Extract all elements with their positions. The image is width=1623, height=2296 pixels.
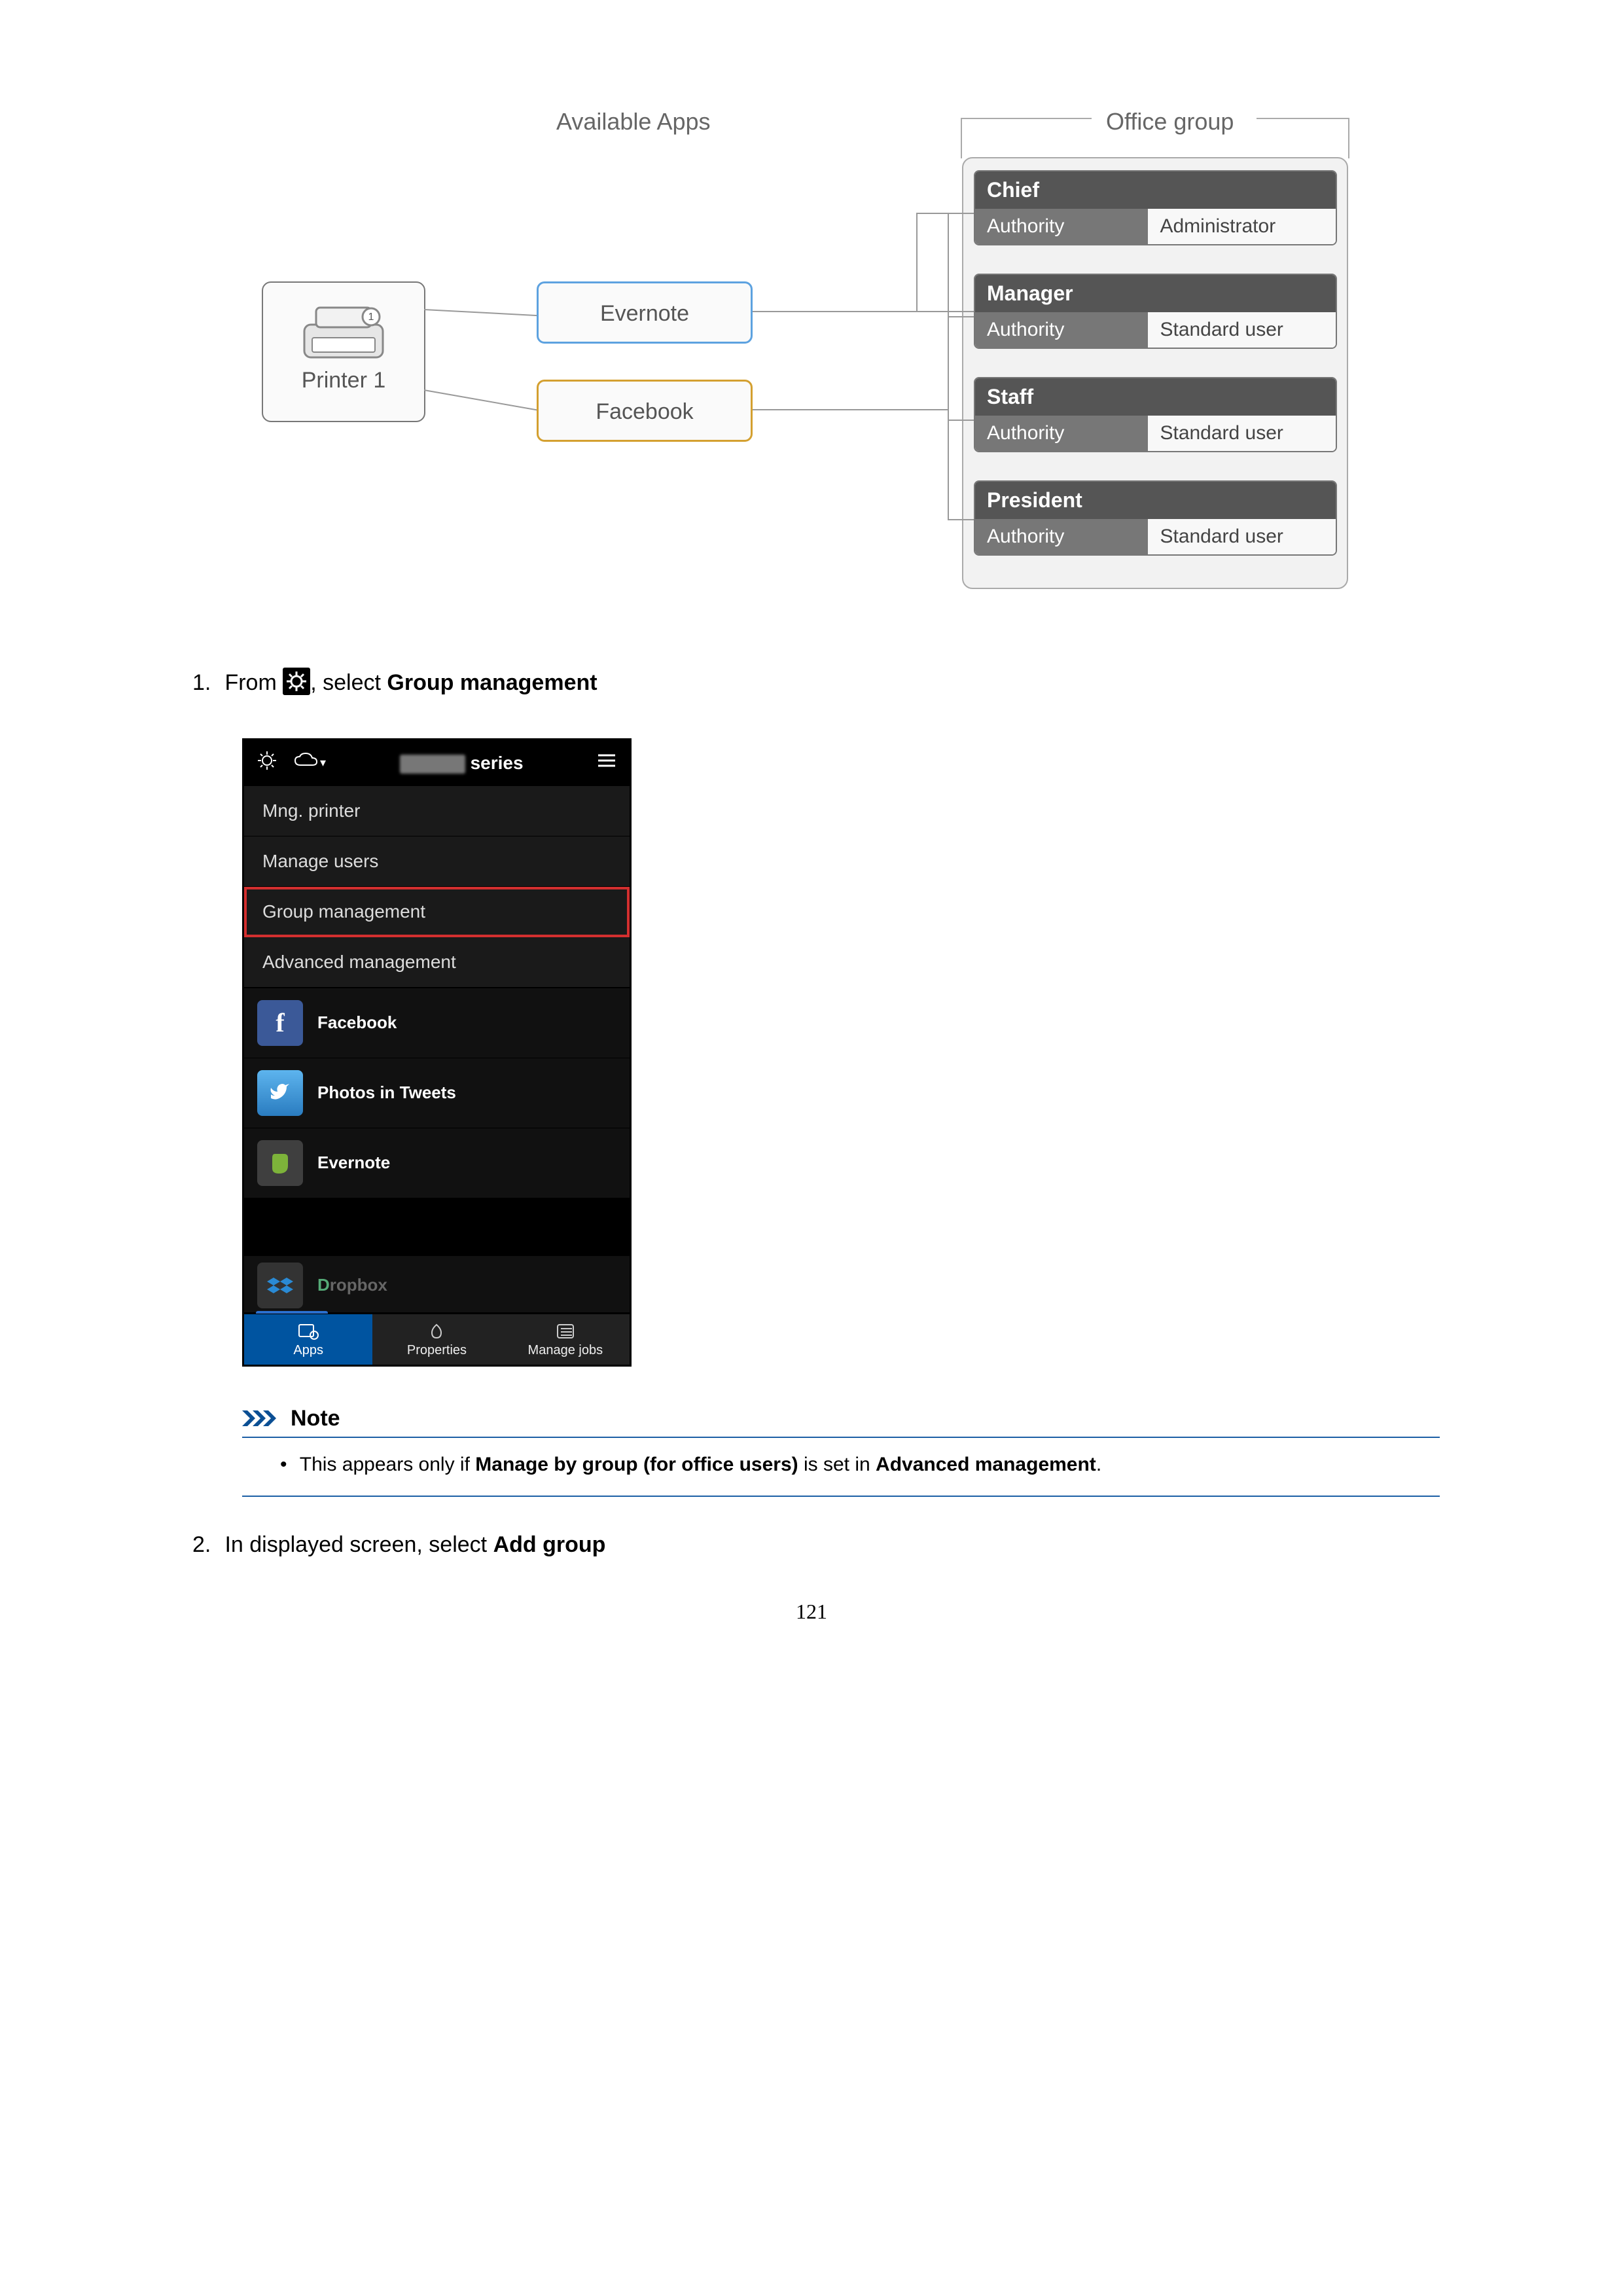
twitter-icon: [257, 1070, 303, 1116]
app-label: Photos in Tweets: [317, 1083, 456, 1103]
step-2: 2. In displayed screen, select Add group: [192, 1530, 1440, 1561]
connector-line: [424, 389, 541, 411]
tab-apps[interactable]: Apps: [244, 1314, 372, 1365]
role-auth-value: Standard user: [1148, 312, 1336, 348]
app-row-facebook[interactable]: f Facebook: [244, 988, 630, 1058]
app-row-photos-in-tweets[interactable]: Photos in Tweets: [244, 1058, 630, 1128]
dropbox-icon: [257, 1263, 303, 1308]
menu-item-manage-users[interactable]: Manage users: [244, 836, 630, 887]
app-row-evernote[interactable]: Evernote: [244, 1128, 630, 1198]
role-name: Chief: [975, 171, 1336, 209]
note-header: Note: [242, 1406, 1440, 1438]
hamburger-icon[interactable]: [597, 752, 616, 774]
svg-text:1: 1: [368, 312, 374, 323]
app-label-rest: ropbox: [330, 1275, 387, 1295]
note-bold-1: Manage by group (for office users): [475, 1454, 798, 1475]
tab-label: Properties: [372, 1343, 501, 1358]
role-card-chief: Chief Authority Administrator: [974, 170, 1337, 245]
step-target: Add group: [493, 1532, 606, 1557]
role-auth-label: Authority: [975, 416, 1148, 451]
page-number: 121: [183, 1600, 1440, 1624]
frame-line: [1257, 118, 1349, 119]
role-card-president: President Authority Standard user: [974, 480, 1337, 556]
office-group-title: Office group: [1106, 108, 1234, 135]
step-text: In displayed screen, select: [224, 1532, 493, 1557]
diagram-container: Available Apps Office group 1 Printer 1 …: [262, 79, 1361, 602]
role-auth-value: Administrator: [1148, 209, 1336, 244]
connector-line: [948, 519, 974, 520]
role-auth-label: Authority: [975, 519, 1148, 554]
role-auth-value: Standard user: [1148, 416, 1336, 451]
connector-line: [948, 316, 974, 317]
phone-screenshot: ▾ XXXXXX series Mng. printer Manage users…: [242, 738, 632, 1367]
role-card-manager: Manager Authority Standard user: [974, 274, 1337, 349]
connector-line: [916, 311, 974, 312]
app-evernote-box: Evernote: [537, 281, 753, 344]
app-label: Dropbox: [317, 1275, 387, 1295]
note-text: This appears only if: [300, 1454, 475, 1475]
step-number: 1.: [192, 668, 219, 699]
gear-icon[interactable]: [257, 751, 277, 775]
connector-line: [948, 420, 974, 421]
connector-line: [916, 213, 918, 312]
tab-label: Manage jobs: [501, 1343, 630, 1358]
app-row-dropbox[interactable]: Dropbox: [244, 1255, 630, 1312]
menu-item-mng-printer[interactable]: Mng. printer: [244, 786, 630, 836]
role-name: Manager: [975, 275, 1336, 312]
bullet: •: [280, 1454, 294, 1476]
note-body: • This appears only if Manage by group (…: [280, 1454, 1440, 1476]
printer-box: 1 Printer 1: [262, 281, 425, 422]
note-text: is set in: [798, 1454, 876, 1475]
frame-line: [961, 118, 962, 158]
app-facebook-box: Facebook: [537, 380, 753, 442]
role-auth-label: Authority: [975, 312, 1148, 348]
step-number: 2.: [192, 1530, 219, 1561]
role-card-staff: Staff Authority Standard user: [974, 377, 1337, 452]
facebook-icon: f: [257, 1000, 303, 1046]
note-bold-2: Advanced management: [876, 1454, 1096, 1475]
connector-line: [753, 409, 949, 410]
app-label: Evernote: [317, 1153, 390, 1173]
settings-menu: Mng. printer Manage users Group manageme…: [244, 786, 630, 988]
page: Available Apps Office group 1 Printer 1 …: [0, 0, 1623, 1689]
cloud-icon[interactable]: [293, 752, 319, 774]
gear-icon: [283, 668, 310, 695]
available-apps-title: Available Apps: [556, 108, 711, 135]
note-block: Note • This appears only if Manage by gr…: [242, 1406, 1440, 1497]
blurred-text: XXXXXX: [400, 755, 465, 774]
connector-line: [424, 309, 541, 316]
step-target: Group management: [387, 670, 597, 695]
phone-topbar: ▾ XXXXXX series: [244, 740, 630, 786]
frame-line: [1348, 118, 1349, 158]
role-auth-value: Standard user: [1148, 519, 1336, 554]
step-1: 1. From , select Group management: [192, 668, 1440, 699]
tab-label: Apps: [244, 1343, 372, 1358]
frame-line: [961, 118, 1092, 119]
menu-item-group-management[interactable]: Group management: [244, 887, 630, 937]
chevron-down-icon[interactable]: ▾: [320, 756, 326, 770]
menu-item-advanced-management[interactable]: Advanced management: [244, 937, 630, 988]
note-label: Note: [291, 1406, 340, 1431]
phone-title-suffix: series: [471, 753, 524, 773]
note-text: .: [1096, 1454, 1101, 1475]
printer-icon: 1: [298, 298, 389, 364]
evernote-icon: [257, 1140, 303, 1186]
connector-line: [948, 213, 974, 214]
step-text: , select: [310, 670, 387, 695]
app-label-first-letter: D: [317, 1275, 330, 1295]
phone-title: XXXXXX series: [326, 753, 597, 774]
printer-label: Printer 1: [263, 368, 424, 393]
role-name: President: [975, 482, 1336, 519]
step-text: From: [224, 670, 283, 695]
tab-manage-jobs[interactable]: Manage jobs: [501, 1314, 630, 1365]
role-auth-label: Authority: [975, 209, 1148, 244]
tab-properties[interactable]: Properties: [372, 1314, 501, 1365]
bottom-tabbar: Apps Properties Manage jobs: [244, 1314, 630, 1365]
chevrons-icon: [242, 1408, 284, 1429]
app-label: Facebook: [317, 1013, 397, 1033]
role-name: Staff: [975, 378, 1336, 416]
connector-line: [948, 213, 949, 520]
